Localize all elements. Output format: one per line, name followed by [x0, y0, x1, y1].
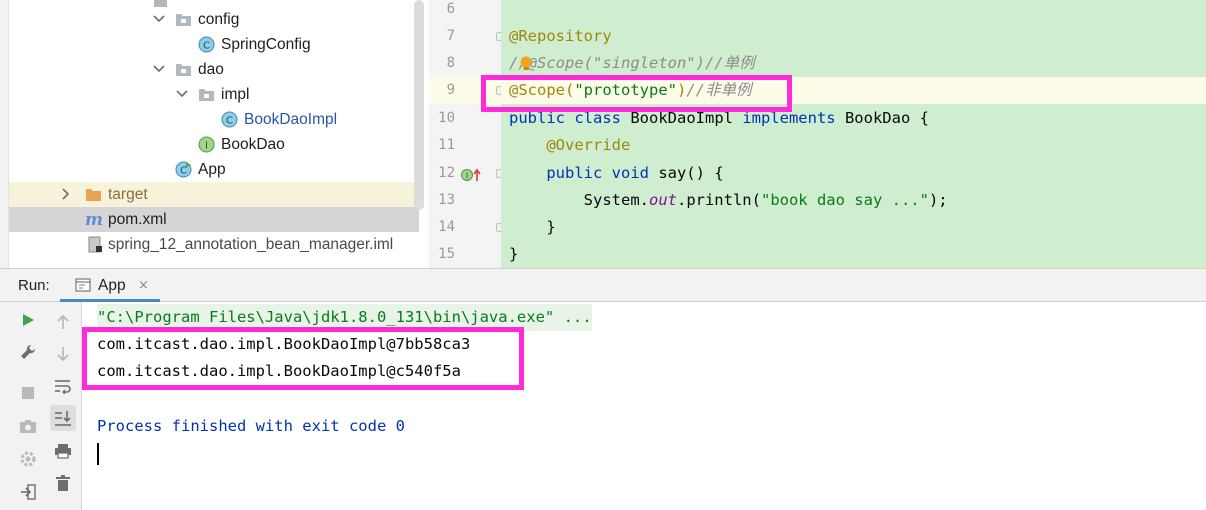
tab-label: App — [98, 277, 126, 294]
project-tree-panel: config C SpringConfig dao impl C BookDao… — [0, 0, 428, 268]
code-editor[interactable]: 6 7 8 9 10 11 12 13 14 15 I @Repository … — [429, 0, 1206, 268]
tree-item-app[interactable]: C App — [9, 157, 419, 182]
run-toolbar — [0, 302, 82, 510]
editor-gutter: 6 7 8 9 10 11 12 13 14 15 I — [429, 0, 505, 268]
tool-window-strip — [0, 0, 9, 268]
excluded-folder-icon — [85, 186, 102, 203]
svg-text:I: I — [466, 172, 468, 181]
scroll-to-end-icon — [55, 411, 71, 426]
tree-item-pom[interactable]: m pom.xml — [9, 207, 419, 232]
package-folder-icon — [175, 11, 192, 28]
line-number: 12 — [438, 165, 455, 181]
line-number: 15 — [438, 246, 455, 262]
code-line-7: @Repository — [509, 27, 612, 45]
chevron-down-icon[interactable] — [152, 57, 166, 82]
tree-item-springconfig[interactable]: C SpringConfig — [9, 32, 419, 57]
clear-console-button[interactable] — [50, 470, 76, 496]
rerun-button[interactable] — [15, 307, 41, 333]
arrow-down-icon — [57, 347, 69, 362]
chevron-down-icon[interactable] — [152, 7, 166, 32]
run-label: Run: — [18, 277, 50, 294]
soft-wrap-icon — [55, 380, 71, 394]
highlight-box-output — [82, 327, 524, 390]
line-number: 8 — [446, 55, 455, 71]
code-area[interactable]: @Repository //@Scope("singleton")//单例 @S… — [501, 0, 1206, 268]
arrow-up-icon — [57, 314, 69, 329]
scroll-to-end-button[interactable] — [50, 405, 76, 431]
tree-item-dao[interactable]: dao — [9, 57, 419, 82]
svg-text:I: I — [205, 141, 208, 152]
tree-item-config[interactable]: config — [9, 7, 419, 32]
code-line-12: public void say() { — [509, 164, 724, 182]
highlight-box-scope — [481, 75, 792, 112]
tree-scrollbar[interactable] — [414, 0, 424, 210]
line-number: 7 — [446, 28, 455, 44]
tree-item-bookdaoimpl[interactable]: C BookDaoImpl — [9, 107, 419, 132]
class-icon: C — [198, 36, 215, 53]
exit-icon — [21, 484, 36, 500]
wrench-icon — [21, 344, 36, 359]
line-number: 13 — [438, 192, 455, 208]
svg-text:C: C — [226, 116, 233, 127]
run-icon — [23, 314, 34, 326]
stop-icon — [22, 387, 34, 399]
line-number: 9 — [446, 82, 455, 98]
code-line-13: System.out.println("book dao say ..."); — [509, 191, 948, 209]
module-file-icon — [87, 236, 104, 253]
line-number: 11 — [438, 137, 455, 153]
lightbulb-icon[interactable] — [519, 56, 533, 76]
scroll-up-button[interactable] — [50, 309, 76, 335]
dump-threads-button[interactable] — [15, 413, 41, 439]
code-line-14: } — [509, 218, 556, 236]
line-number: 6 — [446, 1, 455, 17]
svg-text:C: C — [203, 41, 210, 52]
package-folder-icon — [175, 61, 192, 78]
printer-icon — [55, 444, 71, 459]
tree-item-bookdao[interactable]: I BookDao — [9, 132, 419, 157]
code-line-8: //@Scope("singleton")//单例 — [509, 54, 755, 72]
tree-item-iml[interactable]: spring_12_annotation_bean_manager.iml — [9, 232, 419, 257]
tab-app[interactable]: App × — [60, 269, 160, 302]
gear-icon — [20, 451, 36, 467]
package-folder-icon — [198, 86, 215, 103]
main-class-icon: C — [175, 161, 192, 178]
class-icon: C — [221, 111, 238, 128]
chevron-down-icon[interactable] — [175, 82, 189, 107]
interface-icon: I — [198, 136, 215, 153]
tree-item-target[interactable]: target — [9, 182, 419, 207]
chevron-right-icon[interactable] — [61, 182, 75, 207]
console-icon — [75, 278, 91, 297]
text-caret — [97, 443, 99, 465]
camera-icon — [20, 420, 36, 433]
edit-configuration-button[interactable] — [15, 339, 41, 365]
maven-file-icon: m — [85, 210, 103, 230]
line-number: 14 — [438, 219, 455, 235]
code-line-11: @Override — [509, 136, 631, 154]
line-number: 10 — [438, 110, 455, 126]
print-button[interactable] — [50, 438, 76, 464]
settings-button[interactable] — [15, 446, 41, 472]
scroll-down-button[interactable] — [50, 341, 76, 367]
svg-text:m: m — [85, 210, 103, 228]
trash-icon — [56, 475, 70, 491]
stop-button[interactable] — [15, 380, 41, 406]
implements-method-icon[interactable]: I — [461, 167, 483, 186]
close-icon[interactable]: × — [138, 278, 149, 293]
tree-item-impl[interactable]: impl — [9, 82, 419, 107]
code-line-15: } — [509, 245, 519, 263]
run-tool-window-header: Run: App × — [0, 268, 1206, 302]
soft-wrap-button[interactable] — [50, 373, 76, 399]
exit-button[interactable] — [15, 479, 41, 505]
console-exit-message: Process finished with exit code 0 — [97, 417, 405, 435]
svg-text:C: C — [180, 166, 187, 177]
